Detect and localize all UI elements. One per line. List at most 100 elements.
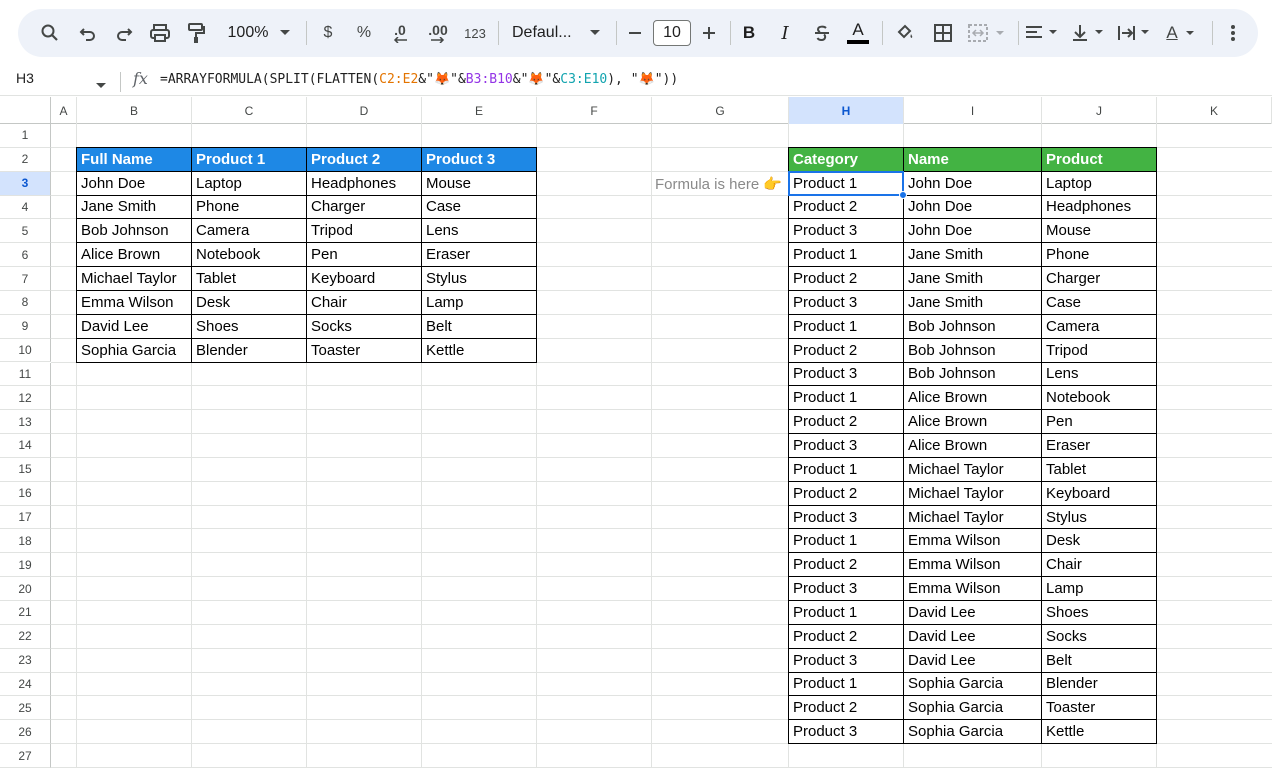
chevron-down-icon[interactable] bbox=[276, 9, 294, 57]
cell-j11[interactable]: Lens bbox=[1042, 363, 1156, 386]
row-header[interactable]: 1 bbox=[0, 124, 51, 148]
cell-h26[interactable]: Product 3 bbox=[789, 720, 903, 743]
cell-i13[interactable]: Alice Brown bbox=[904, 410, 1041, 433]
cell-i12[interactable]: Alice Brown bbox=[904, 386, 1041, 409]
cell-e6[interactable]: Eraser bbox=[422, 243, 536, 266]
more-vert-icon[interactable] bbox=[1222, 9, 1244, 57]
cell-i9[interactable]: Bob Johnson bbox=[904, 315, 1041, 338]
row-header[interactable]: 12 bbox=[0, 386, 51, 411]
chevron-down-icon[interactable] bbox=[96, 76, 106, 94]
cell-d6[interactable]: Pen bbox=[307, 243, 421, 266]
cell-j16[interactable]: Keyboard bbox=[1042, 482, 1156, 505]
cell-h22[interactable]: Product 2 bbox=[789, 625, 903, 648]
cell-d7[interactable]: Keyboard bbox=[307, 267, 421, 290]
cell-h2[interactable]: Category bbox=[789, 147, 903, 171]
row-header[interactable]: 14 bbox=[0, 434, 51, 458]
cell-i25[interactable]: Sophia Garcia bbox=[904, 696, 1041, 719]
cell-j19[interactable]: Chair bbox=[1042, 553, 1156, 576]
cell-i5[interactable]: John Doe bbox=[904, 219, 1041, 242]
cell-e8[interactable]: Lamp bbox=[422, 291, 536, 314]
cell-c2[interactable]: Product 1 bbox=[192, 147, 306, 171]
column-header-c[interactable]: C bbox=[192, 97, 307, 124]
cell-h5[interactable]: Product 3 bbox=[789, 219, 903, 242]
cell-h4[interactable]: Product 2 bbox=[789, 196, 903, 219]
row-header[interactable]: 9 bbox=[0, 314, 51, 339]
row-header[interactable]: 25 bbox=[0, 696, 51, 721]
cell-b2[interactable]: Full Name bbox=[77, 147, 191, 171]
cell-h9[interactable]: Product 1 bbox=[789, 315, 903, 338]
row-header[interactable]: 7 bbox=[0, 267, 51, 291]
row-header[interactable]: 20 bbox=[0, 577, 51, 601]
cell-d8[interactable]: Chair bbox=[307, 291, 421, 314]
column-header-k[interactable]: K bbox=[1157, 97, 1272, 124]
cell-h11[interactable]: Product 3 bbox=[789, 363, 903, 386]
cell-j12[interactable]: Notebook bbox=[1042, 386, 1156, 409]
minus-icon[interactable] bbox=[624, 9, 646, 57]
cell-i14[interactable]: Alice Brown bbox=[904, 434, 1041, 457]
row-header[interactable]: 2 bbox=[0, 147, 51, 172]
fill-color-icon[interactable] bbox=[892, 9, 918, 57]
text-color-button[interactable]: A bbox=[844, 9, 872, 57]
cell-i19[interactable]: Emma Wilson bbox=[904, 553, 1041, 576]
name-box[interactable]: H3 bbox=[16, 70, 34, 86]
cell-i17[interactable]: Michael Taylor bbox=[904, 506, 1041, 529]
cell-j24[interactable]: Blender bbox=[1042, 673, 1156, 696]
row-header[interactable]: 3 bbox=[0, 171, 51, 196]
formula-input[interactable]: =ARRAYFORMULA(SPLIT(FLATTEN(C2:E2&"🦊"&B3… bbox=[160, 72, 678, 87]
cell-h12[interactable]: Product 1 bbox=[789, 386, 903, 409]
cell-b5[interactable]: Bob Johnson bbox=[77, 219, 191, 242]
cell-i23[interactable]: David Lee bbox=[904, 649, 1041, 672]
cell-j26[interactable]: Kettle bbox=[1042, 720, 1156, 743]
currency-button[interactable]: $ bbox=[316, 9, 340, 57]
row-header[interactable]: 4 bbox=[0, 195, 51, 220]
cell-h17[interactable]: Product 3 bbox=[789, 506, 903, 529]
row-header[interactable]: 6 bbox=[0, 243, 51, 268]
cell-j13[interactable]: Pen bbox=[1042, 410, 1156, 433]
row-header[interactable]: 8 bbox=[0, 290, 51, 315]
row-header[interactable]: 13 bbox=[0, 410, 51, 435]
cell-j14[interactable]: Eraser bbox=[1042, 434, 1156, 457]
font-size-input[interactable]: 10 bbox=[653, 20, 691, 46]
row-header[interactable]: 26 bbox=[0, 720, 51, 745]
cell-b4[interactable]: Jane Smith bbox=[77, 196, 191, 219]
cell-e5[interactable]: Lens bbox=[422, 219, 536, 242]
cell-c8[interactable]: Desk bbox=[192, 291, 306, 314]
cell-h25[interactable]: Product 2 bbox=[789, 696, 903, 719]
cell-i3[interactable]: John Doe bbox=[904, 172, 1041, 195]
cell-h13[interactable]: Product 2 bbox=[789, 410, 903, 433]
cell-j7[interactable]: Charger bbox=[1042, 267, 1156, 290]
cell-b9[interactable]: David Lee bbox=[77, 315, 191, 338]
cell-h24[interactable]: Product 1 bbox=[789, 673, 903, 696]
row-header[interactable]: 24 bbox=[0, 672, 51, 697]
cell-i15[interactable]: Michael Taylor bbox=[904, 458, 1041, 481]
zoom-select[interactable]: 100% bbox=[222, 9, 274, 57]
search-icon[interactable] bbox=[36, 9, 64, 57]
cell-c3[interactable]: Laptop bbox=[192, 172, 306, 195]
cell-i6[interactable]: Jane Smith bbox=[904, 243, 1041, 266]
cell-e7[interactable]: Stylus bbox=[422, 267, 536, 290]
row-header[interactable]: 19 bbox=[0, 553, 51, 578]
column-header-a[interactable]: A bbox=[51, 97, 77, 124]
cell-i16[interactable]: Michael Taylor bbox=[904, 482, 1041, 505]
cell-c9[interactable]: Shoes bbox=[192, 315, 306, 338]
cell-j20[interactable]: Lamp bbox=[1042, 577, 1156, 600]
cell-i7[interactable]: Jane Smith bbox=[904, 267, 1041, 290]
row-header[interactable]: 18 bbox=[0, 529, 51, 554]
cell-h8[interactable]: Product 3 bbox=[789, 291, 903, 314]
row-header[interactable]: 22 bbox=[0, 624, 51, 649]
cell-j21[interactable]: Shoes bbox=[1042, 601, 1156, 624]
paint-format-icon[interactable] bbox=[182, 9, 210, 57]
cell-d4[interactable]: Charger bbox=[307, 196, 421, 219]
row-header[interactable]: 15 bbox=[0, 457, 51, 482]
increase-decimal-button[interactable]: .00 bbox=[422, 9, 454, 57]
row-header[interactable]: 17 bbox=[0, 505, 51, 530]
column-header-h[interactable]: H bbox=[789, 97, 904, 124]
cell-h7[interactable]: Product 2 bbox=[789, 267, 903, 290]
number-format-button[interactable]: 123 bbox=[460, 9, 490, 57]
row-header[interactable]: 11 bbox=[0, 362, 51, 387]
cell-b7[interactable]: Michael Taylor bbox=[77, 267, 191, 290]
cell-h19[interactable]: Product 2 bbox=[789, 553, 903, 576]
cell-h16[interactable]: Product 2 bbox=[789, 482, 903, 505]
cell-j3[interactable]: Laptop bbox=[1042, 172, 1156, 195]
cell-j2[interactable]: Product bbox=[1042, 147, 1156, 171]
